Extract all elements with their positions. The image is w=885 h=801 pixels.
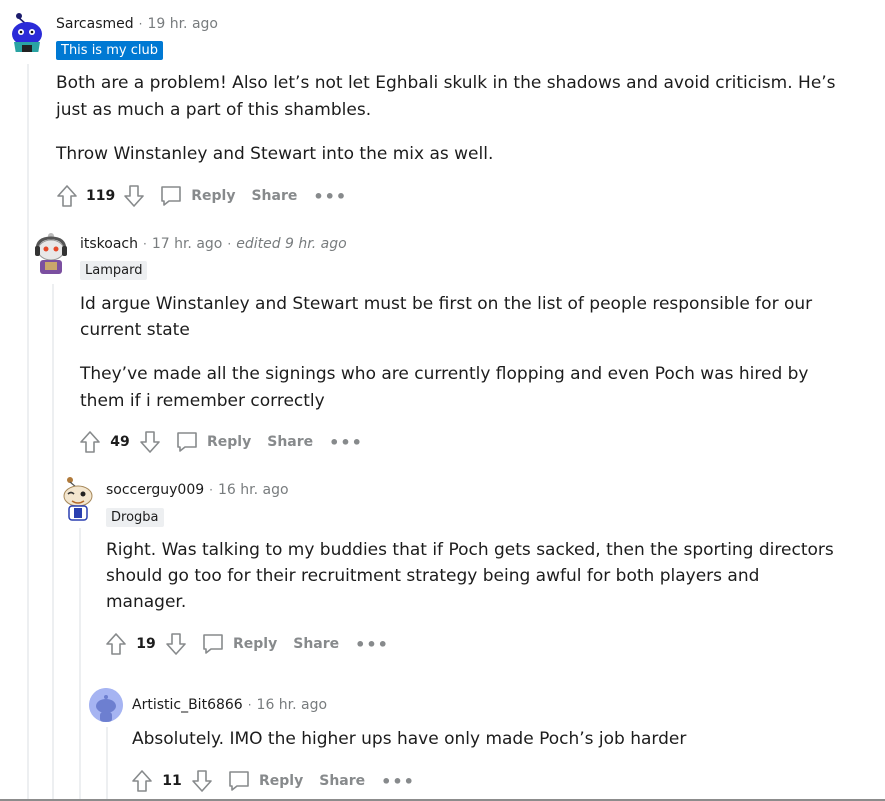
thread-line-3[interactable] <box>79 528 81 801</box>
downvote-button[interactable] <box>187 766 217 796</box>
comment-actions: 11 Reply Share ••• <box>127 766 415 796</box>
downvote-button[interactable] <box>135 427 165 457</box>
upvote-arrow-icon <box>57 185 77 207</box>
downvote-arrow-icon <box>192 770 212 792</box>
author-name[interactable]: itskoach <box>80 236 138 252</box>
share-label: Share <box>293 636 340 652</box>
user-flair: This is my club <box>56 41 163 60</box>
vote-score: 19 <box>136 636 156 652</box>
chat-bubble-icon <box>203 634 223 654</box>
reply-label: Reply <box>259 773 304 789</box>
comment-meta: Sarcasmed · 19 hr. ago <box>56 16 218 32</box>
comment-text: Right. Was talking to my buddies that if… <box>106 540 834 560</box>
upvote-button[interactable] <box>101 629 131 659</box>
upvote-button[interactable] <box>52 181 82 211</box>
comment-actions: 19 Reply Share ••• <box>101 629 389 659</box>
downvote-button[interactable] <box>119 181 149 211</box>
author-name[interactable]: Artistic_Bit6866 <box>132 697 243 713</box>
separator-dot: · <box>138 17 143 31</box>
vote-score: 119 <box>86 188 116 204</box>
upvote-arrow-icon <box>106 633 126 655</box>
comment-text: should go too for their recruitment stra… <box>106 566 760 586</box>
share-button[interactable]: Share <box>251 188 297 204</box>
separator-dot: · <box>227 237 232 251</box>
user-avatar[interactable] <box>60 476 96 522</box>
comment-text: Throw Winstanley and Stewart into the mi… <box>56 144 494 164</box>
share-button[interactable]: Share <box>267 434 313 450</box>
share-button[interactable]: Share <box>319 773 365 789</box>
vote-score: 11 <box>162 773 182 789</box>
author-name[interactable]: Sarcasmed <box>56 16 134 32</box>
reply-button[interactable]: Reply <box>175 431 251 453</box>
comment-text: They’ve made all the signings who are cu… <box>80 364 809 384</box>
upvote-arrow-icon <box>132 770 152 792</box>
timestamp[interactable]: 19 hr. ago <box>147 16 218 32</box>
comment-meta: itskoach · 17 hr. ago · edited 9 hr. ago <box>80 236 347 252</box>
separator-dot: · <box>247 698 252 712</box>
comment-text: manager. <box>106 592 187 612</box>
edited-label: edited 9 hr. ago <box>236 236 347 252</box>
more-options-button[interactable]: ••• <box>313 187 347 206</box>
default-avatar-icon <box>89 688 123 722</box>
snoo-avatar-headphones-icon <box>35 233 67 274</box>
reply-label: Reply <box>233 636 278 652</box>
user-avatar[interactable] <box>33 230 69 274</box>
user-avatar[interactable] <box>89 688 123 722</box>
upvote-button[interactable] <box>127 766 157 796</box>
share-label: Share <box>319 773 366 789</box>
separator-dot: · <box>143 237 147 251</box>
comment-meta: soccerguy009 · 16 hr. ago <box>106 482 289 498</box>
timestamp[interactable]: 17 hr. ago <box>152 236 223 252</box>
separator-dot: · <box>209 483 213 497</box>
reply-button[interactable]: Reply <box>227 770 303 792</box>
downvote-arrow-icon <box>124 185 145 207</box>
reply-button[interactable]: Reply <box>201 633 277 655</box>
comment-text: current state <box>80 320 190 340</box>
share-button[interactable]: Share <box>293 636 339 652</box>
reply-label: Reply <box>207 434 252 450</box>
timestamp[interactable]: 16 hr. ago <box>257 697 328 713</box>
thread-line-4[interactable] <box>106 727 108 801</box>
downvote-arrow-icon <box>140 431 160 453</box>
user-flair: Drogba <box>106 508 164 527</box>
downvote-button[interactable] <box>161 629 191 659</box>
chat-bubble-icon <box>229 771 249 791</box>
chat-bubble-icon <box>177 432 197 452</box>
user-avatar[interactable] <box>10 12 44 52</box>
comment-text: just as much a part of this shambles. <box>56 100 372 120</box>
thread-line-1[interactable] <box>27 64 29 801</box>
reply-label: Reply <box>191 188 236 204</box>
upvote-arrow-icon <box>80 431 100 453</box>
more-options-button[interactable]: ••• <box>355 635 389 654</box>
comment-text: Absolutely. IMO the higher ups have only… <box>132 729 687 749</box>
chat-bubble-icon <box>161 186 182 206</box>
comment-meta: Artistic_Bit6866 · 16 hr. ago <box>132 697 327 713</box>
snoo-avatar-wink-icon <box>63 477 93 521</box>
author-name[interactable]: soccerguy009 <box>106 482 204 498</box>
comment-actions: 49 Reply Share ••• <box>75 427 363 457</box>
upvote-button[interactable] <box>75 427 105 457</box>
downvote-arrow-icon <box>166 633 186 655</box>
comment-text: Id argue Winstanley and Stewart must be … <box>80 294 813 314</box>
thread-line-2[interactable] <box>52 284 54 801</box>
share-label: Share <box>251 188 298 204</box>
snoo-avatar-blue-icon <box>12 13 42 52</box>
comment-text: them if i remember correctly <box>80 391 325 411</box>
share-label: Share <box>267 434 314 450</box>
more-options-button[interactable]: ••• <box>329 433 363 452</box>
comment-actions: 119 Reply Share ••• <box>52 181 347 211</box>
comment-text: Both are a problem! Also let’s not let E… <box>56 73 836 93</box>
user-flair: Lampard <box>80 261 148 280</box>
more-options-button[interactable]: ••• <box>381 772 415 791</box>
vote-score: 49 <box>110 434 130 450</box>
reply-button[interactable]: Reply <box>159 185 235 207</box>
timestamp[interactable]: 16 hr. ago <box>218 482 289 498</box>
